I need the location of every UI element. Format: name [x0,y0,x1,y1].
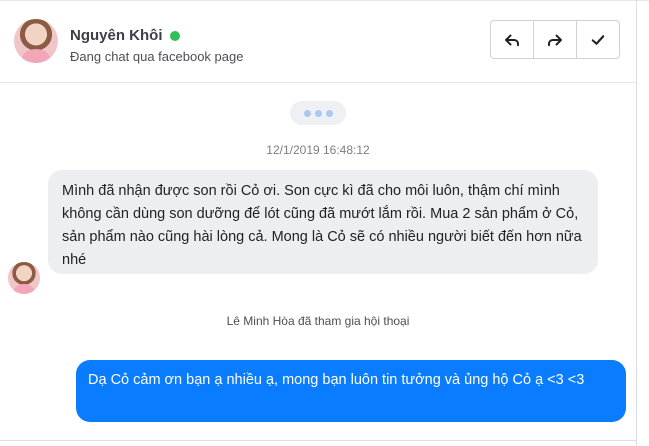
contact-subtitle: Đang chat qua facebook page [70,49,244,64]
chat-header: Nguyên Khôi Đang chat qua facebook page [0,0,636,83]
forward-icon [548,34,562,46]
incoming-message-bubble[interactable]: Mình đã nhận được son rồi Cỏ ơi. Son cực… [48,170,598,274]
outgoing-message-bubble[interactable]: Dạ Cỏ cảm ơn bạn ạ nhiều ạ, mong bạn luô… [76,360,626,422]
check-icon [591,34,605,45]
reply-icon [505,34,519,46]
typing-dot [314,109,322,117]
system-notice: Lê Minh Hòa đã tham gia hội thoại [226,314,410,328]
forward-button[interactable] [534,21,577,58]
typing-dot [325,109,333,117]
action-button-group [490,20,620,59]
typing-indicator [290,101,346,125]
typing-dot [303,109,311,117]
contact-avatar[interactable] [14,19,58,63]
sender-avatar [8,262,40,294]
scrollbar-track[interactable] [636,0,637,446]
mark-done-button[interactable] [577,21,619,58]
reply-button[interactable] [491,21,534,58]
bottom-border [0,440,636,441]
online-status-icon [170,31,180,41]
message-timestamp: 12/1/2019 16:48:12 [266,143,370,157]
contact-name[interactable]: Nguyên Khôi [70,27,163,44]
